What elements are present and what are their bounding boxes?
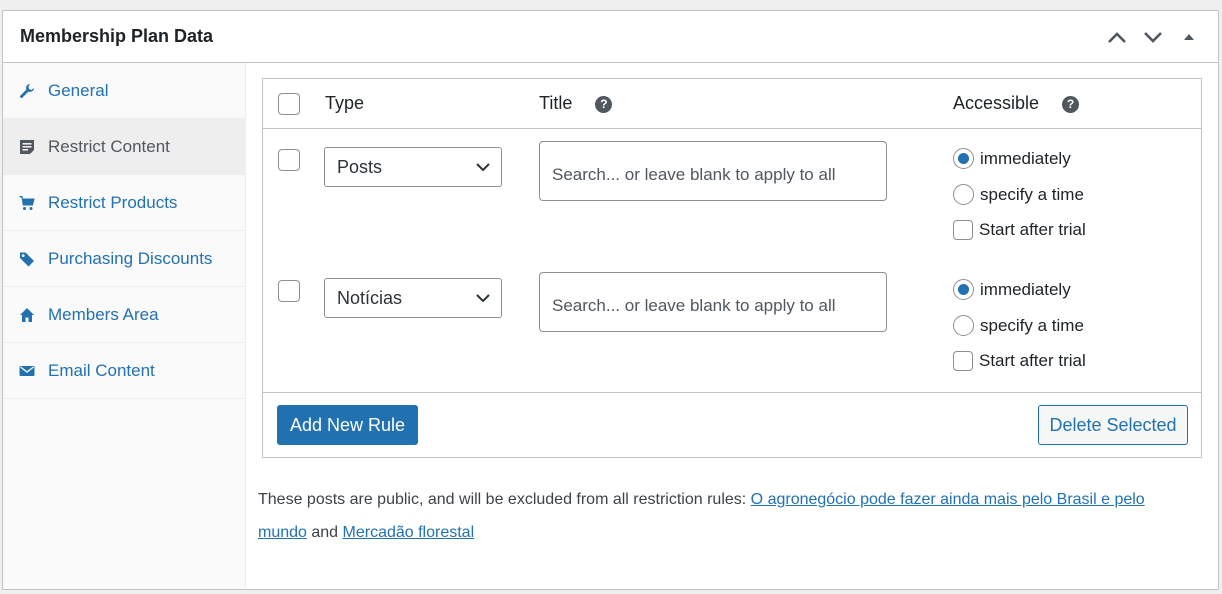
tab-restrict-content[interactable]: Restrict Content	[3, 119, 245, 175]
column-title-label: Title	[539, 93, 573, 113]
tab-restrict-products[interactable]: Restrict Products	[3, 175, 245, 231]
move-down-button[interactable]	[1140, 24, 1166, 50]
access-option-specify-time[interactable]: specify a time	[953, 315, 1084, 336]
home-icon	[18, 306, 36, 324]
select-all-checkbox[interactable]	[278, 93, 300, 115]
radio-selected-dot	[958, 284, 969, 295]
plan-data-tabs: General Restrict Content Restrict Produc…	[3, 63, 246, 589]
table-row: Notícias Search... or leave blank to app…	[263, 260, 1201, 391]
cart-icon	[18, 194, 36, 212]
add-new-rule-button[interactable]: Add New Rule	[277, 405, 418, 445]
type-select[interactable]: Posts	[324, 147, 502, 187]
option-label: immediately	[980, 279, 1071, 299]
option-label: specify a time	[980, 184, 1084, 204]
access-option-specify-time[interactable]: specify a time	[953, 184, 1084, 205]
tab-label: Purchasing Discounts	[48, 248, 213, 268]
column-type-header: Type	[325, 93, 365, 113]
postbox-body: General Restrict Content Restrict Produc…	[3, 63, 1218, 589]
row-checkbox[interactable]	[278, 149, 300, 171]
access-option-immediately[interactable]: immediately	[953, 148, 1071, 169]
access-option-start-after-trial[interactable]: Start after trial	[953, 220, 1086, 240]
notice-link-post[interactable]: Mercadão florestal	[343, 524, 475, 541]
wrench-icon	[18, 82, 36, 100]
triangle-up-icon	[1184, 33, 1194, 40]
chevron-down-icon	[1144, 31, 1162, 43]
option-label: specify a time	[980, 315, 1084, 335]
postbox-title: Membership Plan Data	[20, 26, 214, 46]
column-accessible-header: Accessible ?	[953, 93, 1080, 114]
toggle-panel-button[interactable]	[1176, 24, 1202, 50]
title-search-input[interactable]: Search... or leave blank to apply to all	[539, 141, 887, 201]
tab-label: Restrict Content	[48, 136, 170, 156]
option-label: Start after trial	[979, 220, 1086, 239]
access-option-start-after-trial[interactable]: Start after trial	[953, 351, 1086, 371]
radio-immediately[interactable]	[953, 279, 974, 300]
checkbox-start-after-trial[interactable]	[953, 351, 973, 371]
rules-table-header: Type Title ? Accessible ?	[263, 79, 1201, 129]
type-select-value: Posts	[337, 156, 383, 177]
type-select[interactable]: Notícias	[324, 278, 502, 318]
notice-conjunction: and	[306, 524, 343, 541]
radio-selected-dot	[958, 153, 969, 164]
radio-specify-time[interactable]	[953, 184, 974, 205]
rules-table-footer: Add New Rule Delete Selected	[263, 392, 1201, 457]
header-controls	[1104, 24, 1202, 50]
option-label: Start after trial	[979, 351, 1086, 370]
tag-icon	[18, 250, 36, 268]
row-checkbox[interactable]	[278, 280, 300, 302]
move-up-button[interactable]	[1104, 24, 1130, 50]
tab-email-content[interactable]: Email Content	[3, 343, 245, 399]
tab-label: Members Area	[48, 304, 159, 324]
radio-immediately[interactable]	[953, 148, 974, 169]
restrict-content-panel: Type Title ? Accessible ? Posts Search..…	[246, 63, 1218, 589]
tab-label: Restrict Products	[48, 192, 178, 212]
title-search-placeholder: Search... or leave blank to apply to all	[552, 165, 836, 184]
type-select-value: Notícias	[337, 287, 403, 308]
chevron-up-icon	[1108, 31, 1126, 43]
postbox-header: Membership Plan Data	[3, 11, 1218, 63]
table-row: Posts Search... or leave blank to apply …	[263, 129, 1201, 260]
title-search-input[interactable]: Search... or leave blank to apply to all	[539, 272, 887, 332]
public-posts-notice: These posts are public, and will be excl…	[258, 483, 1178, 549]
title-search-placeholder: Search... or leave blank to apply to all	[552, 296, 836, 315]
help-icon[interactable]: ?	[1062, 95, 1080, 113]
tab-purchasing-discounts[interactable]: Purchasing Discounts	[3, 231, 245, 287]
tab-label: General	[48, 80, 109, 100]
radio-specify-time[interactable]	[953, 315, 974, 336]
document-icon	[18, 138, 36, 156]
tab-label: Email Content	[48, 360, 155, 380]
tab-members-area[interactable]: Members Area	[3, 287, 245, 343]
column-accessible-label: Accessible	[953, 93, 1040, 113]
help-icon[interactable]: ?	[595, 95, 613, 113]
email-icon	[18, 362, 36, 380]
tab-general[interactable]: General	[3, 63, 245, 119]
access-option-immediately[interactable]: immediately	[953, 279, 1071, 300]
notice-text: These posts are public, and will be excl…	[258, 491, 751, 508]
content-rules-table: Type Title ? Accessible ? Posts Search..…	[262, 78, 1202, 458]
chevron-down-icon	[476, 163, 490, 172]
chevron-down-icon	[476, 294, 490, 303]
column-title-header: Title ?	[539, 93, 613, 114]
delete-selected-button[interactable]: Delete Selected	[1038, 405, 1188, 445]
option-label: immediately	[980, 148, 1071, 168]
checkbox-start-after-trial[interactable]	[953, 220, 973, 240]
membership-plan-data-box: Membership Plan Data General Restrict Co…	[2, 10, 1219, 590]
